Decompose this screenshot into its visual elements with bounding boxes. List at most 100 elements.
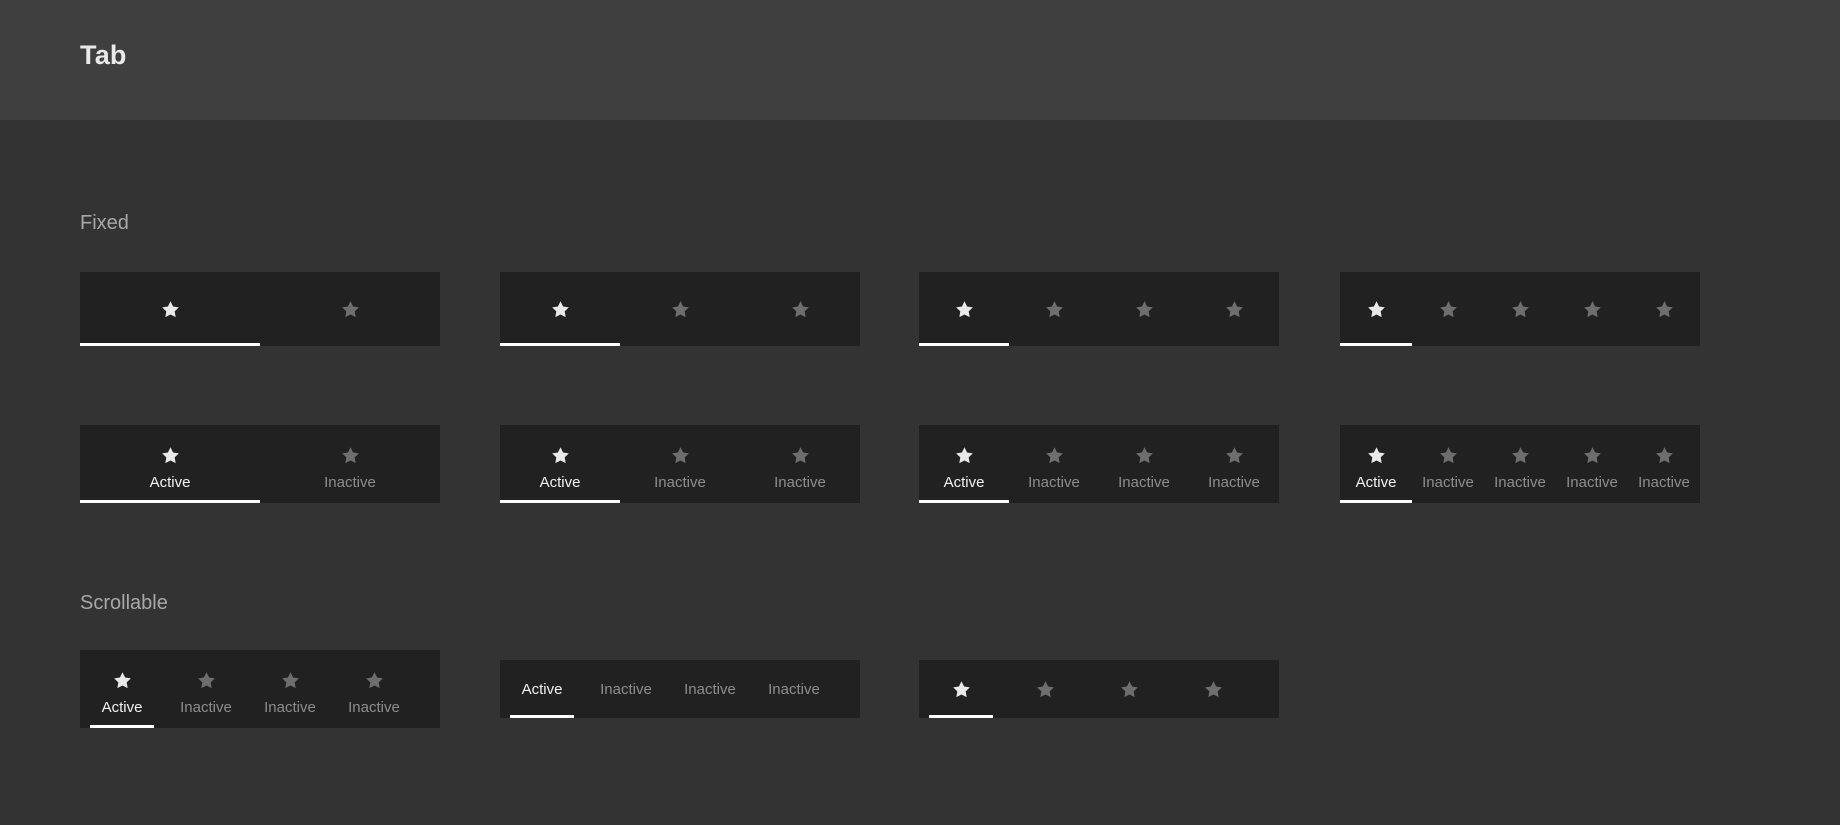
star-icon [1044, 299, 1065, 320]
tab-bar-scroll-label: Active Inactive Inactive Inactive [500, 660, 860, 718]
star-icon [670, 445, 691, 466]
tab-inactive[interactable]: Inactive [248, 650, 332, 728]
tab-label: Inactive [654, 473, 706, 491]
star-icon [670, 299, 691, 320]
tab-inactive[interactable]: Inactive [740, 425, 860, 503]
star-icon [112, 670, 133, 691]
tab-active[interactable]: Active [1340, 425, 1412, 503]
star-icon [790, 445, 811, 466]
tab-strip[interactable]: Active Inactive Inactive Inactive [80, 650, 440, 728]
active-tab-indicator [80, 500, 260, 503]
tab-inactive[interactable]: Inactive [260, 272, 440, 346]
star-icon [1582, 445, 1603, 466]
tab-inactive[interactable]: Inactive [1412, 425, 1484, 503]
tab-label: Inactive [1566, 473, 1618, 491]
star-icon [364, 670, 385, 691]
tab-strip[interactable]: Active Inactive Inactive Inactive [500, 660, 860, 718]
tab-inactive[interactable]: Inactive [1628, 272, 1700, 346]
star-icon [550, 445, 571, 466]
active-tab-indicator [500, 343, 620, 346]
tab-active[interactable]: Active [500, 660, 584, 718]
tab-inactive[interactable]: Inactive [740, 272, 860, 346]
tab-strip: ActiveInactive [80, 272, 440, 346]
tab-active[interactable]: Active [919, 660, 1003, 718]
tab-inactive[interactable]: Inactive [752, 660, 836, 718]
tab-inactive[interactable]: Inactive [332, 650, 416, 728]
tab-strip: ActiveInactiveInactiveInactiveInactive [1340, 272, 1700, 346]
tab-active[interactable]: Active [919, 272, 1009, 346]
tab-bar-fixed-iconlabel-4: Active Inactive Inactive Inactive [919, 425, 1279, 503]
tab-strip: Active Inactive Inactive [500, 425, 860, 503]
tab-label: Inactive [264, 698, 316, 716]
tab-bar-scroll-icon: ActiveInactiveInactiveInactive [919, 660, 1279, 718]
star-icon [1582, 299, 1603, 320]
star-icon [1438, 445, 1459, 466]
tab-label: Inactive [1422, 473, 1474, 491]
tab-active[interactable]: Active [919, 425, 1009, 503]
tab-label: Inactive [1028, 473, 1080, 491]
tab-strip: ActiveInactiveInactive [500, 272, 860, 346]
tab-inactive[interactable]: Inactive [1556, 272, 1628, 346]
tab-label: Active [149, 473, 191, 491]
section-label-scrollable: Scrollable [80, 592, 168, 614]
tab-inactive[interactable]: Inactive [1087, 660, 1171, 718]
active-tab-indicator [919, 500, 1009, 503]
star-icon [1366, 445, 1387, 466]
tab-inactive[interactable]: Inactive [668, 660, 752, 718]
tab-label: Active [943, 473, 985, 491]
app-bar: Tab [0, 0, 1840, 120]
tab-inactive[interactable]: Inactive [1484, 425, 1556, 503]
tab-inactive[interactable]: Inactive [1484, 272, 1556, 346]
section-label-fixed: Fixed [80, 212, 129, 234]
tab-bar-fixed-iconlabel-5: Active Inactive Inactive Inactive Inactive [1340, 425, 1700, 503]
tab-inactive[interactable]: Inactive [1003, 660, 1087, 718]
tab-label: Inactive [1118, 473, 1170, 491]
tab-active[interactable]: Active [1340, 272, 1412, 346]
star-icon [280, 670, 301, 691]
tab-label: Inactive [768, 680, 820, 698]
tab-bar-fixed-iconlabel-3: Active Inactive Inactive [500, 425, 860, 503]
tab-inactive[interactable]: Inactive [1189, 425, 1279, 503]
star-icon [1510, 445, 1531, 466]
star-icon [1654, 299, 1675, 320]
active-tab-indicator [1340, 343, 1412, 346]
tab-label: Inactive [600, 680, 652, 698]
tab-bar-fixed-iconlabel-2: Active Inactive [80, 425, 440, 503]
tab-label: Inactive [684, 680, 736, 698]
tab-inactive[interactable]: Inactive [1099, 425, 1189, 503]
star-icon [1044, 445, 1065, 466]
tab-inactive[interactable]: Inactive [1171, 660, 1255, 718]
tab-inactive[interactable]: Inactive [1412, 272, 1484, 346]
tab-inactive[interactable]: Inactive [1009, 425, 1099, 503]
tab-label: Active [1355, 473, 1397, 491]
tab-label: Active [521, 680, 563, 698]
tab-label: Inactive [1638, 473, 1690, 491]
tab-active[interactable]: Active [80, 272, 260, 346]
tab-inactive[interactable]: Inactive [1009, 272, 1099, 346]
tab-inactive[interactable]: Inactive [620, 272, 740, 346]
tab-active[interactable]: Active [500, 425, 620, 503]
tab-active[interactable]: Active [500, 272, 620, 346]
tab-inactive[interactable]: Inactive [1628, 425, 1700, 503]
active-tab-indicator [500, 500, 620, 503]
tab-inactive[interactable]: Inactive [164, 650, 248, 728]
tab-inactive[interactable]: Inactive [584, 660, 668, 718]
star-icon [951, 679, 972, 700]
tab-inactive[interactable]: Inactive [1189, 272, 1279, 346]
star-icon [196, 670, 217, 691]
tab-inactive[interactable]: Inactive [260, 425, 440, 503]
tab-inactive[interactable]: Inactive [620, 425, 740, 503]
tab-label: Active [101, 698, 143, 716]
tab-strip: Active Inactive [80, 425, 440, 503]
tab-inactive[interactable]: Inactive [1099, 272, 1189, 346]
star-icon [1654, 445, 1675, 466]
tab-label: Active [539, 473, 581, 491]
tab-inactive[interactable]: Inactive [1556, 425, 1628, 503]
tab-strip[interactable]: ActiveInactiveInactiveInactive [919, 660, 1279, 718]
tab-bar-fixed-icon-5: ActiveInactiveInactiveInactiveInactive [1340, 272, 1700, 346]
tab-active[interactable]: Active [80, 425, 260, 503]
tab-label: Inactive [774, 473, 826, 491]
star-icon [1366, 299, 1387, 320]
tab-active[interactable]: Active [80, 650, 164, 728]
tab-bar-fixed-icon-3: ActiveInactiveInactive [500, 272, 860, 346]
